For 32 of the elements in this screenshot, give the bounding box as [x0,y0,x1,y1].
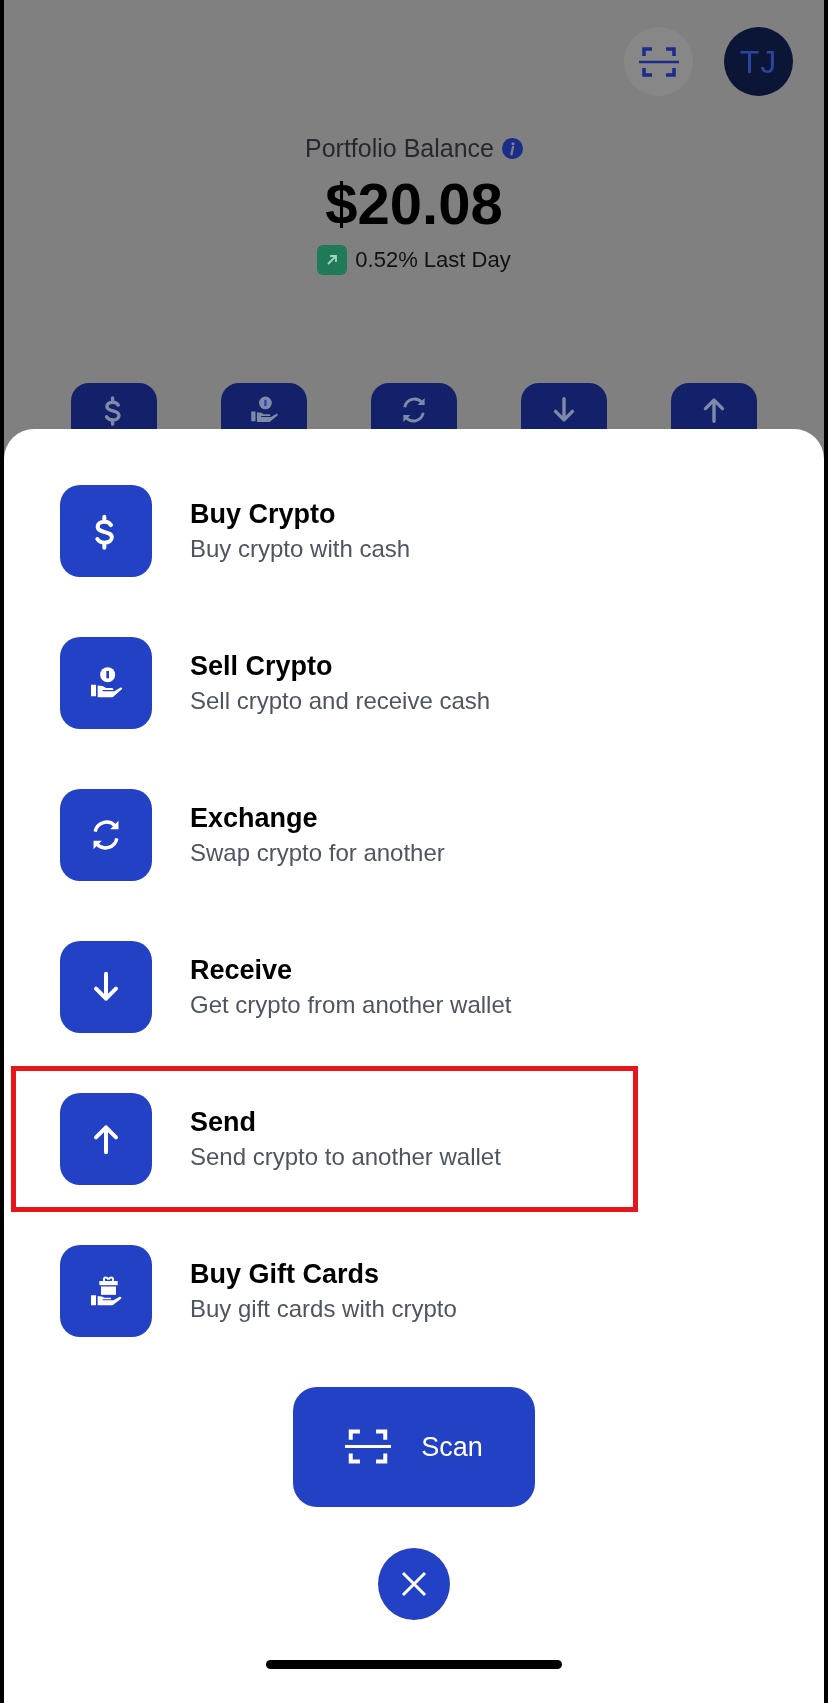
menu-subtitle: Sell crypto and receive cash [190,685,491,716]
trend-up-icon [317,244,348,275]
scan-icon [638,44,679,79]
menu-icon-tile[interactable] [60,485,152,577]
menu-item[interactable]: Sell Crypto Sell crypto and receive cash [11,610,638,756]
menu-title[interactable]: Buy Gift Cards [190,1256,457,1292]
menu-subtitle: Swap crypto for another [190,837,445,868]
menu-title[interactable]: Exchange [190,800,445,836]
info-icon[interactable] [502,138,523,160]
menu-icon-tile[interactable] [60,941,152,1033]
scan-icon [345,1427,392,1467]
balance-label: Portfolio Balance [305,133,494,164]
balance-amount: $20.08 [325,170,503,236]
menu-icon-tile[interactable] [60,1245,152,1337]
menu-icon-tile[interactable] [60,789,152,881]
menu-item[interactable]: Receive Get crypto from another wallet [11,914,638,1060]
menu-title[interactable]: Send [190,1104,501,1140]
menu-subtitle: Buy gift cards with crypto [190,1293,457,1324]
menu-item[interactable]: Buy Gift Cards Buy gift cards with crypto [11,1218,638,1364]
menu-title[interactable]: Buy Crypto [190,496,411,532]
menu-item[interactable]: Exchange Swap crypto for another [11,762,638,908]
menu-subtitle: Get crypto from another wallet [190,989,512,1020]
menu-icon-tile[interactable] [60,637,152,729]
change-text: 0.52% Last Day [355,246,511,275]
scan-button[interactable]: Scan [293,1387,535,1507]
menu-title[interactable]: Sell Crypto [190,648,491,684]
menu-title[interactable]: Receive [190,952,512,988]
menu-subtitle: Send crypto to another wallet [190,1141,501,1172]
menu-item[interactable]: Buy Crypto Buy crypto with cash [11,458,638,604]
menu-icon-tile[interactable] [60,1093,152,1185]
menu-subtitle: Buy crypto with cash [190,533,411,564]
close-icon [400,1570,428,1598]
